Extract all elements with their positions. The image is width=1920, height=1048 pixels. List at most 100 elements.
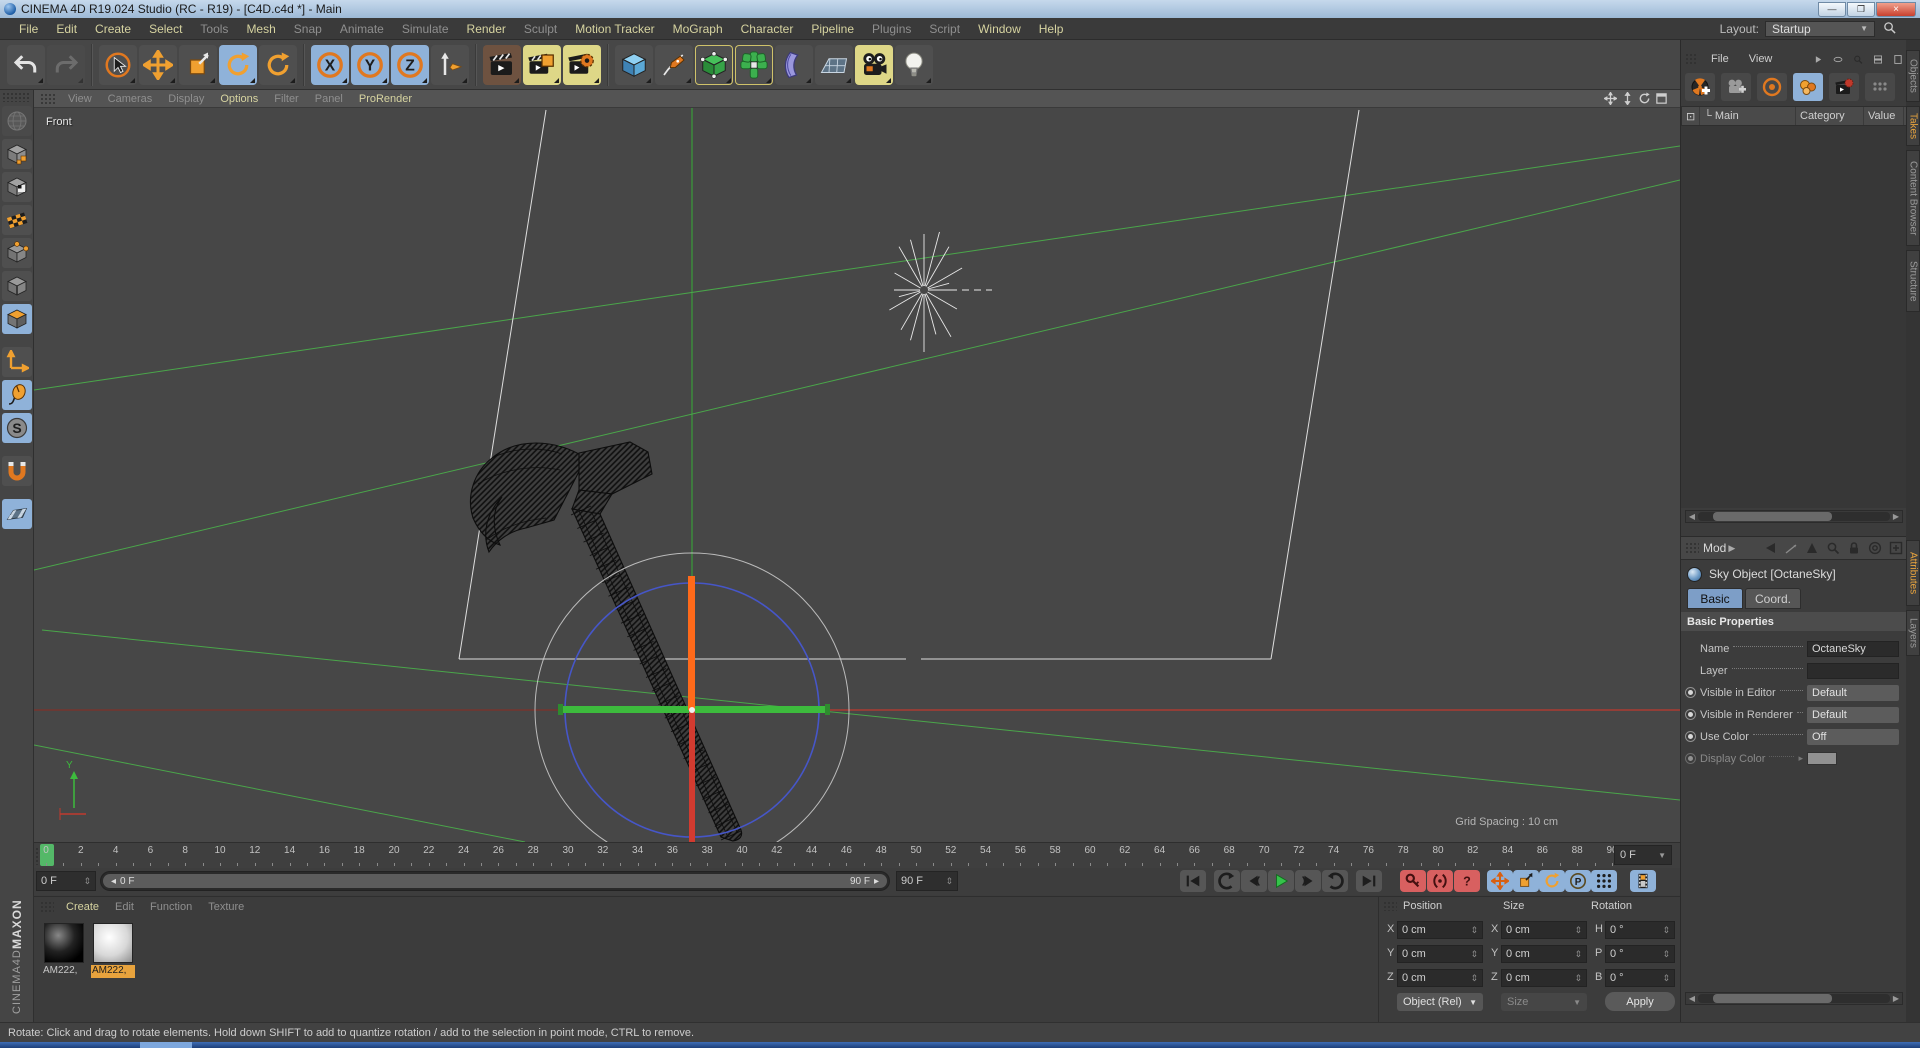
menu-simulate[interactable]: Simulate xyxy=(393,22,458,36)
size-mode-dropdown[interactable]: Size ▼ xyxy=(1501,993,1587,1011)
previous-frame-button[interactable] xyxy=(1241,870,1267,892)
attribute-tab-basic[interactable]: Basic xyxy=(1687,588,1743,609)
spinner-arrows[interactable]: ⇕ xyxy=(1574,925,1582,936)
coordinates-grip[interactable] xyxy=(1383,901,1397,911)
menu-motion-tracker[interactable]: Motion Tracker xyxy=(566,22,663,36)
back-icon[interactable] xyxy=(1763,541,1777,555)
range-start-field[interactable]: 0 F ⇕ xyxy=(36,871,96,891)
pan-view-icon[interactable] xyxy=(1602,91,1619,106)
spinner-arrows[interactable]: ⇕ xyxy=(1662,925,1670,936)
points-mode-button[interactable] xyxy=(2,238,32,268)
lock-x-axis-button[interactable]: X xyxy=(311,44,349,85)
workplane-mode-button[interactable] xyxy=(2,499,32,529)
menu-animate[interactable]: Animate xyxy=(331,22,393,36)
menu-pipeline[interactable]: Pipeline xyxy=(802,22,863,36)
side-tab-takes[interactable]: Takes xyxy=(1906,106,1920,146)
zoom-view-icon[interactable] xyxy=(1619,91,1636,106)
polygons-mode-button[interactable] xyxy=(2,304,32,334)
lock-icon[interactable] xyxy=(1847,541,1861,555)
material-label[interactable]: AM222, xyxy=(42,965,86,978)
side-tab-attributes[interactable]: Attributes xyxy=(1906,540,1920,606)
name-input[interactable]: OctaneSky xyxy=(1807,640,1899,657)
spinner-arrows[interactable]: ⇕ xyxy=(1662,949,1670,960)
search-icon[interactable] xyxy=(1883,21,1896,37)
mograph-cloner-button[interactable] xyxy=(735,44,773,85)
enable-axis-mode-button[interactable] xyxy=(2,347,32,377)
material-swatch[interactable] xyxy=(93,923,133,963)
apply-button[interactable]: Apply xyxy=(1605,992,1675,1011)
auto-take-button[interactable] xyxy=(1757,73,1787,101)
rotation-h-field[interactable]: 0 ° ⇕ xyxy=(1605,921,1675,939)
viewport-menu-options[interactable]: Options xyxy=(212,93,266,105)
light-object-button[interactable] xyxy=(895,44,933,85)
play-icon[interactable] xyxy=(1808,53,1823,66)
viewport-menu-display[interactable]: Display xyxy=(160,93,212,105)
takes-list[interactable] xyxy=(1681,126,1907,508)
takes-menu-grip[interactable] xyxy=(1685,53,1697,65)
search-icon[interactable] xyxy=(1826,541,1840,555)
viewport-menu-prorender[interactable]: ProRender xyxy=(351,93,420,105)
lock-z-axis-button[interactable]: Z xyxy=(391,44,429,85)
render-picture-viewer-button[interactable] xyxy=(523,44,561,85)
menu-edit[interactable]: Edit xyxy=(47,22,86,36)
target-icon[interactable] xyxy=(1868,541,1882,555)
edges-mode-button[interactable] xyxy=(2,271,32,301)
model-mode-button[interactable] xyxy=(2,139,32,169)
camera-take-button[interactable] xyxy=(1721,73,1751,101)
position-y-field[interactable]: 0 cm ⇕ xyxy=(1397,945,1483,963)
key-scale-button[interactable] xyxy=(1513,870,1539,892)
menu-mograph[interactable]: MoGraph xyxy=(664,22,732,36)
range-left-arrow[interactable]: ◂ xyxy=(111,876,116,887)
keyframe-presets-button[interactable] xyxy=(1630,870,1656,892)
viewport-menu-view[interactable]: View xyxy=(60,93,100,105)
keyframe-selection-button[interactable]: ? xyxy=(1454,870,1480,892)
menu-sculpt[interactable]: Sculpt xyxy=(515,22,566,36)
takes-hscrollbar[interactable]: ◀ ▶ xyxy=(1685,510,1903,523)
material-menu-edit[interactable]: Edit xyxy=(107,901,142,913)
search-icon[interactable] xyxy=(1848,53,1863,66)
layout-dropdown[interactable]: Startup ▼ xyxy=(1765,20,1875,37)
redo-button[interactable] xyxy=(47,44,85,85)
close-button[interactable]: × xyxy=(1876,1,1916,17)
size-y-field[interactable]: 0 cm ⇕ xyxy=(1501,945,1587,963)
layout-full-icon[interactable] xyxy=(1888,53,1903,66)
add-box-icon[interactable] xyxy=(1889,541,1903,555)
takes-menu-file[interactable]: File xyxy=(1701,53,1739,65)
visible-in-renderer-button[interactable]: Default xyxy=(1807,706,1899,723)
render-settings-button[interactable] xyxy=(563,44,601,85)
previous-key-button[interactable] xyxy=(1214,870,1240,892)
record-keyframe-button[interactable] xyxy=(1400,870,1426,892)
menu-file[interactable]: File xyxy=(10,22,47,36)
position-x-field[interactable]: 0 cm ⇕ xyxy=(1397,921,1483,939)
menu-tools[interactable]: Tools xyxy=(191,22,237,36)
autokeying-button[interactable] xyxy=(1427,870,1453,892)
play-button[interactable] xyxy=(1268,870,1294,892)
menu-window[interactable]: Window xyxy=(969,22,1030,36)
menu-plugins[interactable]: Plugins xyxy=(863,22,920,36)
windows-taskbar[interactable] xyxy=(0,1042,1920,1048)
rotation-p-field[interactable]: 0 ° ⇕ xyxy=(1605,945,1675,963)
sidebar-grip[interactable] xyxy=(2,92,30,102)
range-end-field[interactable]: 90 F ⇕ xyxy=(896,871,958,891)
lock-y-axis-button[interactable]: Y xyxy=(351,44,389,85)
eye-icon[interactable] xyxy=(1828,53,1843,66)
timeline-ruler[interactable]: 0 2 4 6 8 10 12 14 16 18 20 22 24 26 28 30 32 34 36 38 40 42 4… xyxy=(34,842,1680,868)
side-tab-layers[interactable]: Layers xyxy=(1906,610,1920,656)
coordinate-system-button[interactable] xyxy=(431,44,469,85)
viewport-menu-cameras[interactable]: Cameras xyxy=(100,93,161,105)
spinner-arrows[interactable]: ⇕ xyxy=(1662,973,1670,984)
menu-render[interactable]: Render xyxy=(458,22,515,36)
display-color-swatch[interactable] xyxy=(1807,752,1837,765)
material-menu-function[interactable]: Function xyxy=(142,901,200,913)
floor-object-button[interactable] xyxy=(815,44,853,85)
bend-deformer-button[interactable] xyxy=(775,44,813,85)
spline-pen-button[interactable] xyxy=(655,44,693,85)
scale-tool-button[interactable] xyxy=(179,44,217,85)
radio-icon[interactable] xyxy=(1685,709,1696,720)
position-z-field[interactable]: 0 cm ⇕ xyxy=(1397,969,1483,987)
key-rotation-button[interactable] xyxy=(1539,870,1565,892)
move-tool-button[interactable] xyxy=(139,44,177,85)
attribute-tab-coord[interactable]: Coord. xyxy=(1745,588,1801,609)
radio-icon[interactable] xyxy=(1685,731,1696,742)
material-label[interactable]: AM222, xyxy=(91,965,135,978)
